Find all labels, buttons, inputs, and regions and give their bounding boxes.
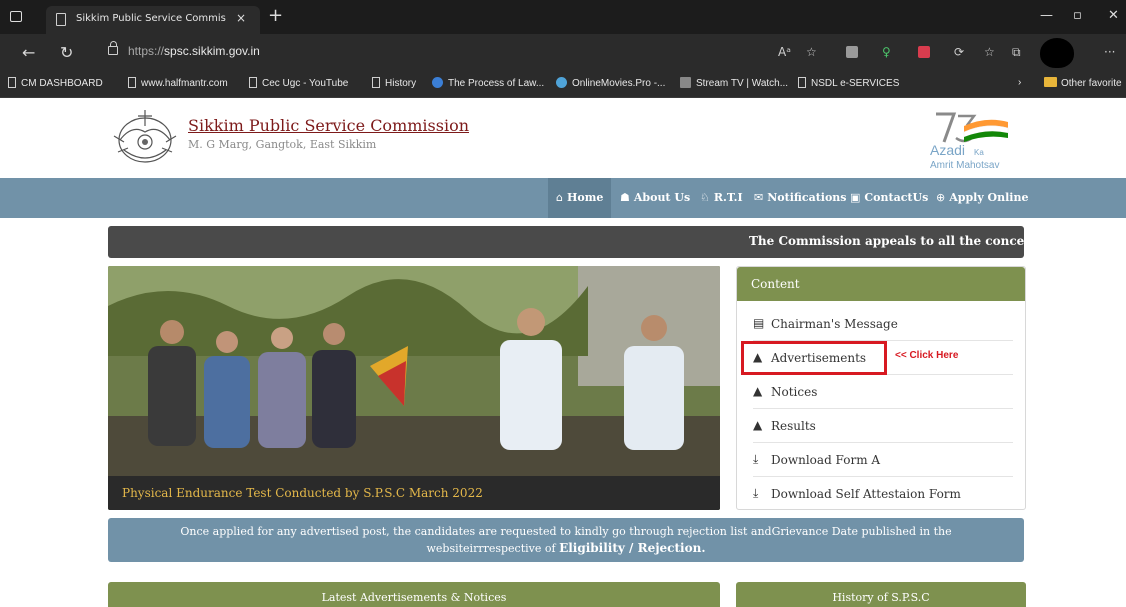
page-icon bbox=[56, 13, 66, 26]
nav-rti[interactable]: ♘ R.T.I bbox=[700, 178, 743, 218]
bookmark-item[interactable]: www.halfmantr.com bbox=[128, 77, 228, 89]
slider-photo bbox=[108, 266, 720, 476]
page-icon bbox=[372, 77, 380, 88]
other-favorites[interactable]: Other favorite bbox=[1044, 77, 1122, 89]
read-aloud-icon[interactable]: Aᵃ bbox=[778, 45, 791, 59]
url-field[interactable]: https://spsc.sikkim.gov.in bbox=[98, 40, 838, 66]
notice-emphasis: Eligibility / Rejection. bbox=[559, 541, 706, 555]
profile-avatar[interactable] bbox=[1040, 38, 1074, 68]
download-icon: ⤓ bbox=[753, 452, 759, 466]
extension-key-icon[interactable]: ♀ bbox=[882, 45, 891, 59]
minimize-icon[interactable]: — bbox=[1040, 8, 1053, 23]
content-item-results[interactable]: ▲ Results bbox=[753, 409, 1013, 443]
download-icon: ⤓ bbox=[753, 486, 759, 500]
site-header: Sikkim Public Service Commission M. G Ma… bbox=[0, 98, 1126, 178]
bookmark-item[interactable]: Stream TV | Watch... bbox=[680, 77, 788, 89]
address-bar: ← ↻ https://spsc.sikkim.gov.in Aᵃ ☆ ♀ ⟳ … bbox=[0, 34, 1126, 72]
page-icon bbox=[128, 77, 136, 88]
history-title: History of S.P.S.C bbox=[832, 591, 930, 604]
tab-close-icon[interactable]: × bbox=[236, 11, 246, 25]
site-address: M. G Marg, Gangtok, East Sikkim bbox=[188, 138, 377, 151]
bookmark-item[interactable]: History bbox=[372, 77, 416, 89]
nav-contact-us[interactable]: ▣ ContactUs bbox=[850, 178, 928, 218]
slider-caption: Physical Endurance Test Conducted by S.P… bbox=[122, 486, 483, 500]
site-title-link[interactable]: Sikkim Public Service Commission bbox=[188, 116, 469, 135]
content-item-download-form-a[interactable]: ⤓ Download Form A bbox=[753, 443, 1013, 477]
bookmark-item[interactable]: The Process of Law... bbox=[432, 77, 544, 89]
content-panel-header: Content bbox=[737, 267, 1025, 301]
url-scheme: https:// bbox=[128, 44, 165, 58]
pocket-icon[interactable] bbox=[918, 46, 930, 58]
tab-actions-icon[interactable] bbox=[10, 11, 22, 22]
marquee-text: The Commission appeals to all the concer… bbox=[749, 234, 1024, 248]
bookmark-item[interactable]: CM DASHBOARD bbox=[8, 77, 103, 89]
page-icon bbox=[249, 77, 257, 88]
movie-icon bbox=[556, 77, 567, 88]
more-menu-icon[interactable]: ··· bbox=[1104, 45, 1115, 59]
browser-tab-bar: Sikkim Public Service Commissio × + — ▫ … bbox=[0, 0, 1126, 34]
latest-advertisements-title: Latest Advertisements & Notices bbox=[321, 591, 507, 604]
notice-line-2: websiteirrrespective of bbox=[426, 542, 560, 555]
page-icon bbox=[798, 77, 806, 88]
tv-icon bbox=[680, 77, 691, 88]
restore-icon[interactable]: ▫ bbox=[1073, 8, 1082, 23]
image-slider[interactable]: Physical Endurance Test Conducted by S.P… bbox=[108, 266, 720, 510]
browser-tab[interactable]: Sikkim Public Service Commissio × bbox=[46, 6, 260, 34]
history-header: History of S.P.S.C bbox=[736, 582, 1026, 607]
globe-icon bbox=[432, 77, 443, 88]
content-panel-title: Content bbox=[751, 277, 800, 291]
azadi-ka-text: Ka bbox=[974, 148, 984, 157]
collections-icon[interactable]: ⧉ bbox=[1012, 45, 1021, 60]
bookmark-item[interactable]: OnlineMovies.Pro -... bbox=[556, 77, 665, 89]
nav-home[interactable]: ⌂ Home bbox=[548, 178, 612, 218]
main-nav: ⌂ Home ☗ About Us ♘ R.T.I ✉ Notifications ▣ C… bbox=[0, 178, 1126, 218]
latest-advertisements-header: Latest Advertisements & Notices bbox=[108, 582, 720, 607]
nav-notifications[interactable]: ✉ Notifications bbox=[754, 178, 846, 218]
close-window-icon[interactable]: ✕ bbox=[1108, 8, 1119, 23]
bookmarks-bar: CM DASHBOARD www.halfmantr.com Cec Ugc -… bbox=[0, 72, 1126, 98]
favorite-add-icon[interactable]: ☆ bbox=[806, 45, 817, 59]
back-icon[interactable]: ← bbox=[22, 43, 35, 62]
nav-about-us[interactable]: ☗ About Us bbox=[620, 178, 690, 218]
slider-caption-bar: Physical Endurance Test Conducted by S.P… bbox=[108, 476, 720, 510]
users-icon: ☗ bbox=[620, 191, 630, 204]
azadi-ka-amrit-mahotsav-logo: Azadi Ka Amrit Mahotsav bbox=[924, 108, 1044, 174]
chairman-icon: ▤ bbox=[753, 316, 765, 330]
content-item-notices[interactable]: ▲ Notices bbox=[753, 375, 1013, 409]
url-host: spsc.sikkim.gov.in bbox=[164, 44, 260, 58]
click-here-annotation: << Click Here bbox=[895, 350, 959, 361]
amrit-mahotsav-text: Amrit Mahotsav bbox=[930, 160, 1000, 171]
sikkim-emblem-logo bbox=[113, 110, 177, 163]
lock-icon bbox=[108, 41, 118, 55]
envelope-icon: ✉ bbox=[754, 191, 764, 204]
arrow-icon: ▲ bbox=[753, 418, 763, 432]
contact-icon: ▣ bbox=[850, 191, 861, 204]
extension-puzzle-icon[interactable]: ⟳ bbox=[954, 45, 964, 59]
favorites-icon[interactable]: ☆ bbox=[984, 45, 995, 59]
folder-icon bbox=[1044, 77, 1057, 87]
highlight-box bbox=[741, 341, 887, 375]
tab-title: Sikkim Public Service Commissio bbox=[76, 13, 226, 24]
refresh-icon[interactable]: ↻ bbox=[60, 43, 73, 62]
notice-line-1: Once applied for any advertised post, th… bbox=[180, 525, 952, 538]
globe-icon: ⊕ bbox=[936, 191, 946, 204]
web-page: Sikkim Public Service Commission M. G Ma… bbox=[0, 98, 1126, 607]
page-icon bbox=[8, 77, 16, 88]
bookmark-item[interactable]: NSDL e-SERVICES bbox=[798, 77, 899, 89]
content-item-chairmans-message[interactable]: ▤ Chairman's Message bbox=[753, 307, 1013, 341]
azadi-text: Azadi bbox=[930, 142, 966, 158]
notice-banner: Once applied for any advertised post, th… bbox=[108, 518, 1024, 562]
extension-icon[interactable] bbox=[846, 46, 858, 58]
announcement-marquee: The Commission appeals to all the concer… bbox=[108, 226, 1024, 258]
home-icon: ⌂ bbox=[556, 191, 563, 204]
new-tab-button[interactable]: + bbox=[268, 7, 283, 25]
chevron-right-icon[interactable]: › bbox=[1018, 77, 1021, 88]
award-icon: ♘ bbox=[700, 191, 710, 204]
content-item-download-self-attestation-form[interactable]: ⤓ Download Self Attestaion Form bbox=[753, 477, 1013, 511]
nav-apply-online[interactable]: ⊕ Apply Online bbox=[936, 178, 1028, 218]
content-panel: Content ▤ Chairman's Message ▲ Advertise… bbox=[736, 266, 1026, 510]
arrow-icon: ▲ bbox=[753, 384, 763, 398]
bookmark-item[interactable]: Cec Ugc - YouTube bbox=[249, 77, 348, 89]
